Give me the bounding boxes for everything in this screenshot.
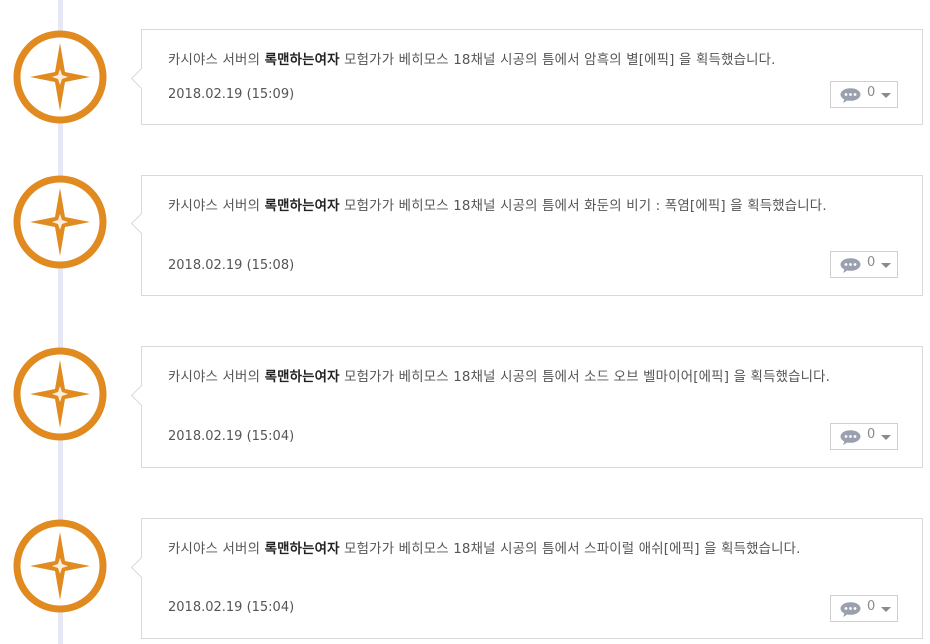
activity-card: 카시야스 서버의 록맨하는여자 모험가가 베히모스 18채널 시공의 틈에서 소…	[130, 346, 923, 468]
activity-message: 카시야스 서버의 록맨하는여자 모험가가 베히모스 18채널 시공의 틈에서 암…	[168, 53, 776, 68]
activity-message: 카시야스 서버의 록맨하는여자 모험가가 베히모스 18채널 시공의 틈에서 화…	[168, 199, 827, 214]
comment-button[interactable]: 0	[830, 595, 898, 622]
player-name[interactable]: 록맨하는여자	[265, 370, 340, 385]
player-name[interactable]: 록맨하는여자	[265, 53, 340, 68]
speech-bubble-icon	[840, 430, 861, 445]
activity-date: 2018.02.19 (15:04)	[168, 429, 295, 444]
comment-count: 0	[867, 255, 876, 270]
activity-timeline: 카시야스 서버의 록맨하는여자 모험가가 베히모스 18채널 시공의 틈에서 암…	[0, 0, 930, 644]
player-name[interactable]: 록맨하는여자	[265, 199, 340, 214]
activity-message: 카시야스 서버의 록맨하는여자 모험가가 베히모스 18채널 시공의 틈에서 소…	[168, 370, 831, 385]
activity-card: 카시야스 서버의 록맨하는여자 모험가가 베히모스 18채널 시공의 틈에서 암…	[130, 29, 923, 125]
activity-card: 카시야스 서버의 록맨하는여자 모험가가 베히모스 18채널 시공의 틈에서 화…	[130, 175, 923, 296]
comment-count: 0	[867, 599, 876, 614]
activity-date: 2018.02.19 (15:09)	[168, 87, 295, 102]
activity-date: 2018.02.19 (15:04)	[168, 600, 295, 615]
chevron-down-icon	[881, 93, 891, 98]
comment-count: 0	[867, 85, 876, 100]
chevron-down-icon	[881, 435, 891, 440]
chevron-down-icon	[881, 263, 891, 268]
activity-message: 카시야스 서버의 록맨하는여자 모험가가 베히모스 18채널 시공의 틈에서 스…	[168, 542, 801, 557]
speech-bubble-icon	[840, 88, 861, 103]
epic-badge-icon	[12, 518, 108, 614]
epic-badge-icon	[12, 29, 108, 125]
comment-count: 0	[867, 427, 876, 442]
speech-bubble-icon	[840, 602, 861, 617]
activity-date: 2018.02.19 (15:08)	[168, 258, 295, 273]
player-name[interactable]: 록맨하는여자	[265, 542, 340, 557]
comment-button[interactable]: 0	[830, 251, 898, 278]
comment-button[interactable]: 0	[830, 423, 898, 450]
chevron-down-icon	[881, 607, 891, 612]
speech-bubble-icon	[840, 258, 861, 273]
activity-card: 카시야스 서버의 록맨하는여자 모험가가 베히모스 18채널 시공의 틈에서 스…	[130, 518, 923, 639]
epic-badge-icon	[12, 174, 108, 270]
epic-badge-icon	[12, 346, 108, 442]
comment-button[interactable]: 0	[830, 81, 898, 108]
